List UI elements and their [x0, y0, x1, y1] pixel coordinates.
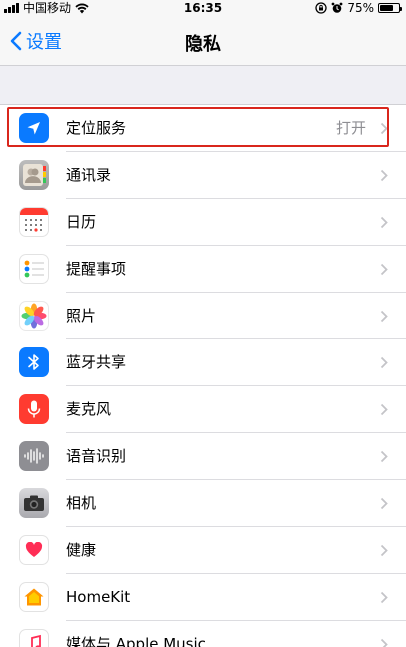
calendar-icon — [19, 206, 49, 237]
privacy-settings-list: 定位服务 打开 通讯录 日历 提醒事项 照片 蓝牙共享 麦克风 语音识别 相机 … — [0, 104, 406, 647]
row-label: 提醒事项 — [66, 259, 127, 278]
chevron-right-icon — [380, 310, 388, 322]
bluetooth-icon — [19, 347, 49, 378]
page-title: 隐私 — [185, 34, 221, 55]
row-media-apple-music[interactable]: 媒体与 Apple Music — [0, 621, 406, 647]
chevron-right-icon — [380, 497, 388, 510]
row-homekit[interactable]: HomeKit — [0, 574, 406, 621]
chevron-right-icon — [380, 638, 388, 647]
music-note-icon — [19, 628, 49, 647]
row-label: 照片 — [66, 306, 97, 325]
battery-icon — [378, 3, 402, 13]
location-arrow-icon — [19, 113, 49, 143]
reminders-icon — [19, 253, 49, 284]
row-label: 蓝牙共享 — [66, 353, 127, 372]
row-label: 媒体与 Apple Music — [66, 634, 206, 647]
row-photos[interactable]: 照片 — [0, 293, 406, 340]
row-microphone[interactable]: 麦克风 — [0, 386, 406, 434]
status-right: 75% — [315, 0, 402, 16]
row-camera[interactable]: 相机 — [0, 480, 406, 528]
speech-recognition-icon — [19, 441, 49, 472]
row-reminders[interactable]: 提醒事项 — [0, 246, 406, 293]
orientation-lock-icon — [315, 2, 327, 14]
row-label: 通讯录 — [66, 165, 112, 184]
battery-percent: 75% — [347, 1, 374, 15]
chevron-right-icon — [380, 169, 388, 182]
row-label: 日历 — [66, 212, 97, 231]
row-health[interactable]: 健康 — [0, 527, 406, 574]
row-calendar[interactable]: 日历 — [0, 199, 406, 246]
chevron-right-icon — [380, 544, 388, 557]
chevron-right-icon — [380, 404, 388, 416]
camera-icon — [19, 488, 49, 519]
chevron-right-icon — [380, 263, 388, 275]
row-bluetooth-sharing[interactable]: 蓝牙共享 — [0, 339, 406, 387]
contacts-icon — [19, 159, 49, 190]
navigation-bar: 设置 隐私 — [0, 16, 406, 66]
chevron-right-icon — [380, 216, 388, 228]
row-contacts[interactable]: 通讯录 — [0, 152, 406, 199]
chevron-right-icon — [380, 122, 388, 135]
row-speech-recognition[interactable]: 语音识别 — [0, 433, 406, 481]
chevron-right-icon — [380, 591, 388, 604]
row-label: 定位服务 — [66, 119, 127, 137]
homekit-house-icon — [19, 581, 49, 612]
row-label: HomeKit — [66, 587, 131, 606]
health-heart-icon — [19, 535, 49, 566]
row-value: 打开 — [335, 119, 366, 137]
row-label: 相机 — [66, 494, 97, 513]
alarm-icon — [331, 2, 343, 13]
row-label: 语音识别 — [66, 447, 127, 466]
status-bar: 中国移动 16:35 75% — [0, 0, 406, 16]
row-label: 麦克风 — [66, 400, 112, 419]
chevron-right-icon — [380, 357, 388, 369]
microphone-icon — [19, 394, 49, 425]
photos-icon — [19, 300, 49, 331]
row-location-services[interactable]: 定位服务 打开 — [0, 105, 406, 152]
chevron-right-icon — [380, 451, 388, 463]
row-label: 健康 — [66, 541, 97, 560]
